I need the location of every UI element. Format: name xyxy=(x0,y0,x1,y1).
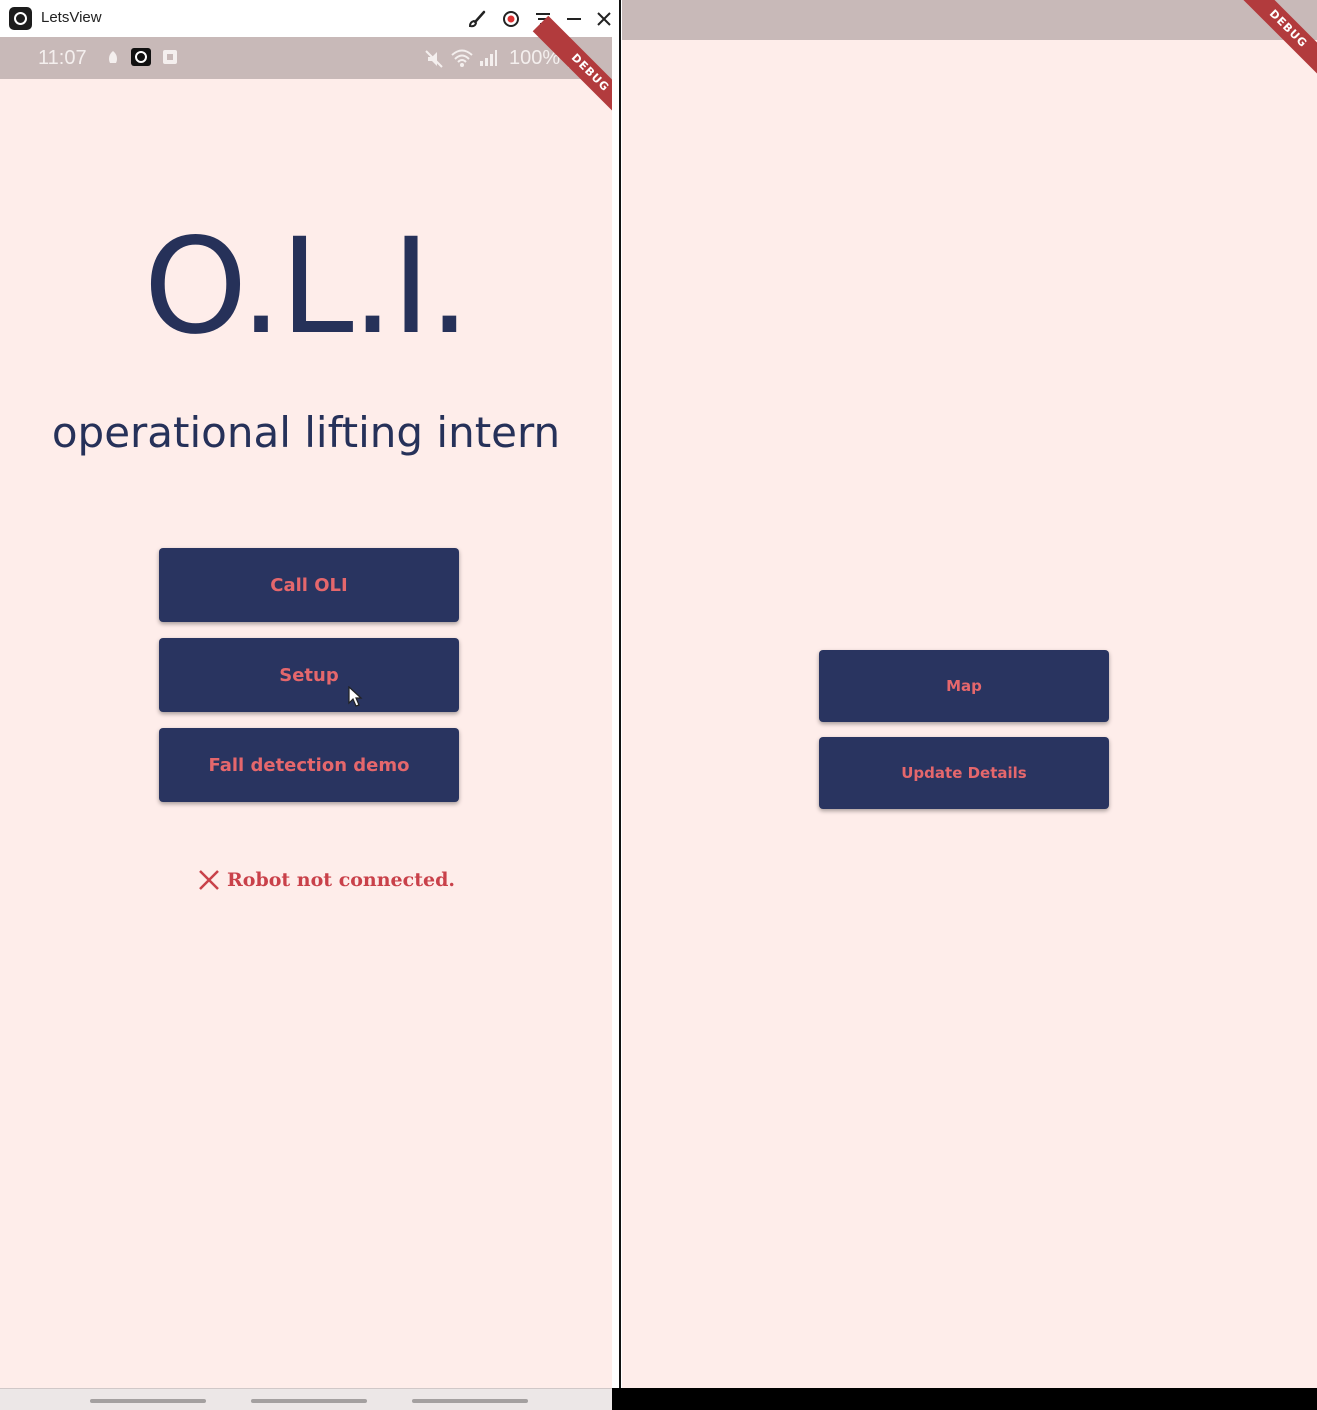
mouse-cursor-icon xyxy=(348,686,363,707)
map-button[interactable]: Map xyxy=(819,650,1109,722)
phone-nav-bar xyxy=(0,1388,612,1410)
app-tagline: operational lifting intern xyxy=(51,408,561,457)
robot-connection-status: Robot not connected. xyxy=(197,868,455,892)
window-titlebar: LetsView xyxy=(0,0,612,38)
window-title: LetsView xyxy=(41,9,102,26)
error-x-icon xyxy=(199,870,219,890)
status-time: 11:07 xyxy=(38,47,87,69)
pane-divider-line xyxy=(619,0,621,1390)
connection-status-text: Robot not connected. xyxy=(227,869,455,891)
setup-bottom-bar xyxy=(612,1388,1317,1410)
setup-button[interactable]: Setup xyxy=(159,638,459,712)
nav-back-button[interactable] xyxy=(412,1399,528,1403)
signal-icon xyxy=(480,50,497,66)
wifi-icon xyxy=(451,49,473,67)
letsview-window: LetsView 11:07 100% DEBUG O.L.I. operati… xyxy=(0,0,612,1410)
call-oli-button[interactable]: Call OLI xyxy=(159,548,459,622)
minimize-icon[interactable] xyxy=(563,8,585,30)
setup-status-bar xyxy=(622,0,1317,40)
update-details-button[interactable]: Update Details xyxy=(819,737,1109,809)
camera-icon xyxy=(131,48,151,66)
letsview-logo-icon xyxy=(9,7,32,30)
nav-recent-button[interactable] xyxy=(90,1399,206,1403)
close-icon[interactable] xyxy=(593,8,612,30)
notification-icon xyxy=(109,51,117,63)
screenshot-icon xyxy=(163,50,177,64)
setup-screen: DEBUG Map Update Details xyxy=(622,0,1317,1388)
mute-icon xyxy=(425,50,443,68)
phone-status-bar: 11:07 100% xyxy=(0,37,612,79)
record-icon[interactable] xyxy=(500,8,522,30)
fall-detection-demo-button[interactable]: Fall detection demo xyxy=(159,728,459,802)
nav-home-button[interactable] xyxy=(251,1399,367,1403)
app-logo-text: O.L.I. xyxy=(143,210,471,364)
brush-icon[interactable] xyxy=(466,8,488,30)
